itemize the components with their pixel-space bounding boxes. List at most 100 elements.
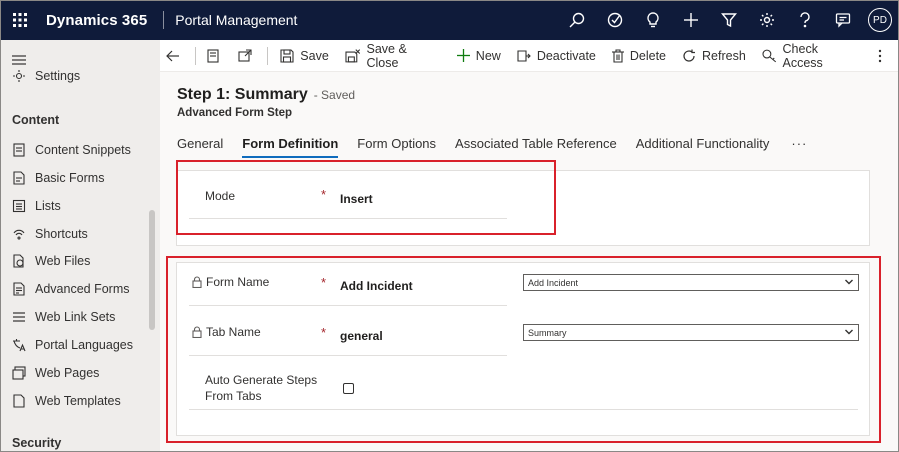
sidebar-item-web-link-sets[interactable]: Web Link Sets	[12, 307, 115, 327]
delete-label: Delete	[629, 48, 667, 63]
back-button[interactable]	[160, 40, 191, 72]
user-avatar[interactable]: PD	[868, 8, 892, 32]
task-button[interactable]	[596, 0, 634, 40]
new-button[interactable]: New	[449, 40, 509, 72]
sidebar-item-label: Web Pages	[35, 366, 100, 380]
chat-button[interactable]	[824, 0, 862, 40]
hamburger-icon	[12, 55, 26, 65]
mode-value[interactable]: Insert	[340, 192, 373, 206]
delete-button[interactable]: Delete	[604, 40, 674, 72]
advanced-form-icon	[13, 282, 25, 296]
app-name[interactable]: Portal Management	[175, 12, 297, 28]
save-close-label: Save & Close	[366, 41, 407, 70]
tab-form-definition[interactable]: Form Definition	[242, 136, 339, 158]
command-divider	[267, 46, 269, 65]
auto-generate-label-line1: Auto Generate Steps	[205, 373, 318, 387]
sidebar-item-lists[interactable]: Lists	[12, 196, 61, 216]
settings-button[interactable]	[748, 0, 786, 40]
sidebar-item-shortcuts[interactable]: Shortcuts	[12, 224, 88, 244]
required-indicator: *	[321, 275, 327, 290]
form-name-label-group: Form Name	[192, 275, 269, 289]
language-icon	[13, 339, 26, 352]
sidebar-scrollbar[interactable]	[149, 210, 155, 330]
sidebar-item-basic-forms[interactable]: Basic Forms	[12, 168, 104, 188]
sidebar-item-label: Basic Forms	[35, 171, 105, 185]
tab-additional-functionality[interactable]: Additional Functionality	[636, 136, 770, 158]
open-new-window-button[interactable]	[232, 40, 263, 72]
mode-label: Mode	[205, 189, 236, 203]
trash-icon	[611, 48, 624, 63]
settings-icon	[13, 70, 25, 82]
more-vertical-icon	[879, 49, 882, 62]
field-divider	[189, 409, 858, 410]
field-divider	[189, 305, 507, 306]
save-close-button[interactable]: Save & Close	[337, 40, 449, 72]
sidebar-item-label: Shortcuts	[35, 227, 88, 241]
help-icon	[800, 12, 810, 28]
new-record-button[interactable]	[672, 0, 710, 40]
sidebar-item-web-templates[interactable]: Web Templates	[12, 391, 121, 411]
tab-name-select-value: Summary	[528, 327, 567, 338]
refresh-icon	[683, 49, 696, 62]
form-icon	[13, 171, 25, 185]
chevron-down-icon	[845, 329, 853, 335]
deactivate-label: Deactivate	[536, 48, 596, 63]
tab-associated-table-reference[interactable]: Associated Table Reference	[455, 136, 617, 158]
brand-name[interactable]: Dynamics 365	[46, 12, 147, 29]
sidebar-item-web-files[interactable]: Web Files	[12, 251, 90, 271]
lightbulb-icon	[647, 12, 659, 28]
check-access-button[interactable]: Check Access	[754, 40, 868, 72]
deactivate-icon	[517, 49, 531, 62]
sitemap-sidebar: Settings Content Content Snippets Basic …	[0, 40, 160, 452]
more-commands-button[interactable]	[868, 40, 899, 72]
sidebar-item-label: Portal Languages	[35, 338, 133, 352]
tab-name-label-group: Tab Name	[192, 325, 261, 339]
save-close-icon	[345, 48, 360, 62]
save-button[interactable]: Save	[272, 40, 337, 72]
sidebar-item-label: Web Link Sets	[35, 310, 116, 324]
tab-name-value: general	[340, 329, 383, 343]
sidebar-item-advanced-forms[interactable]: Advanced Forms	[12, 279, 129, 299]
more-tabs-button[interactable]: ···	[791, 136, 807, 158]
sidebar-item-portal-languages[interactable]: Portal Languages	[12, 335, 133, 355]
mode-section: Mode * Insert	[176, 170, 870, 246]
sidebar-item-label: Lists	[35, 199, 61, 213]
lightbulb-button[interactable]	[634, 0, 672, 40]
template-icon	[13, 394, 25, 408]
shortcut-icon	[13, 229, 25, 240]
search-button[interactable]	[558, 0, 596, 40]
auto-generate-label: Auto Generate Steps From Tabs	[205, 372, 317, 404]
key-icon	[762, 49, 776, 62]
refresh-button[interactable]: Refresh	[674, 40, 754, 72]
chevron-down-icon	[845, 279, 853, 285]
app-launcher-button[interactable]	[0, 0, 40, 40]
save-icon	[280, 48, 294, 63]
form-name-select[interactable]: Add Incident	[523, 274, 859, 291]
tab-form-options[interactable]: Form Options	[357, 136, 436, 158]
required-indicator: *	[321, 325, 327, 340]
sidebar-item-web-pages[interactable]: Web Pages	[12, 363, 99, 383]
new-label: New	[475, 48, 501, 63]
filter-button[interactable]	[710, 0, 748, 40]
command-bar: Save Save & Close New Deactivate Delete …	[160, 40, 899, 72]
auto-generate-checkbox[interactable]	[343, 383, 354, 394]
top-nav-bar: Dynamics 365 Portal Management PD	[0, 0, 899, 40]
sidebar-item-settings[interactable]: Settings	[12, 66, 80, 86]
help-button[interactable]	[786, 0, 824, 40]
snippet-icon	[13, 143, 25, 157]
tab-name-select[interactable]: Summary	[523, 324, 859, 341]
deactivate-button[interactable]: Deactivate	[509, 40, 604, 72]
record-set-button[interactable]	[200, 40, 231, 72]
waffle-icon	[13, 13, 27, 27]
form-name-select-value: Add Incident	[528, 277, 579, 288]
sidebar-section-security: Security	[12, 436, 62, 450]
required-indicator: *	[321, 187, 327, 202]
plus-icon	[684, 13, 698, 27]
tab-general[interactable]: General	[177, 136, 223, 158]
tab-name-label: Tab Name	[206, 325, 261, 339]
sidebar-item-content-snippets[interactable]: Content Snippets	[12, 140, 131, 160]
back-arrow-icon	[165, 50, 179, 61]
link-set-icon	[13, 312, 25, 322]
field-divider	[189, 355, 507, 356]
sidebar-item-label: Web Files	[35, 254, 91, 268]
